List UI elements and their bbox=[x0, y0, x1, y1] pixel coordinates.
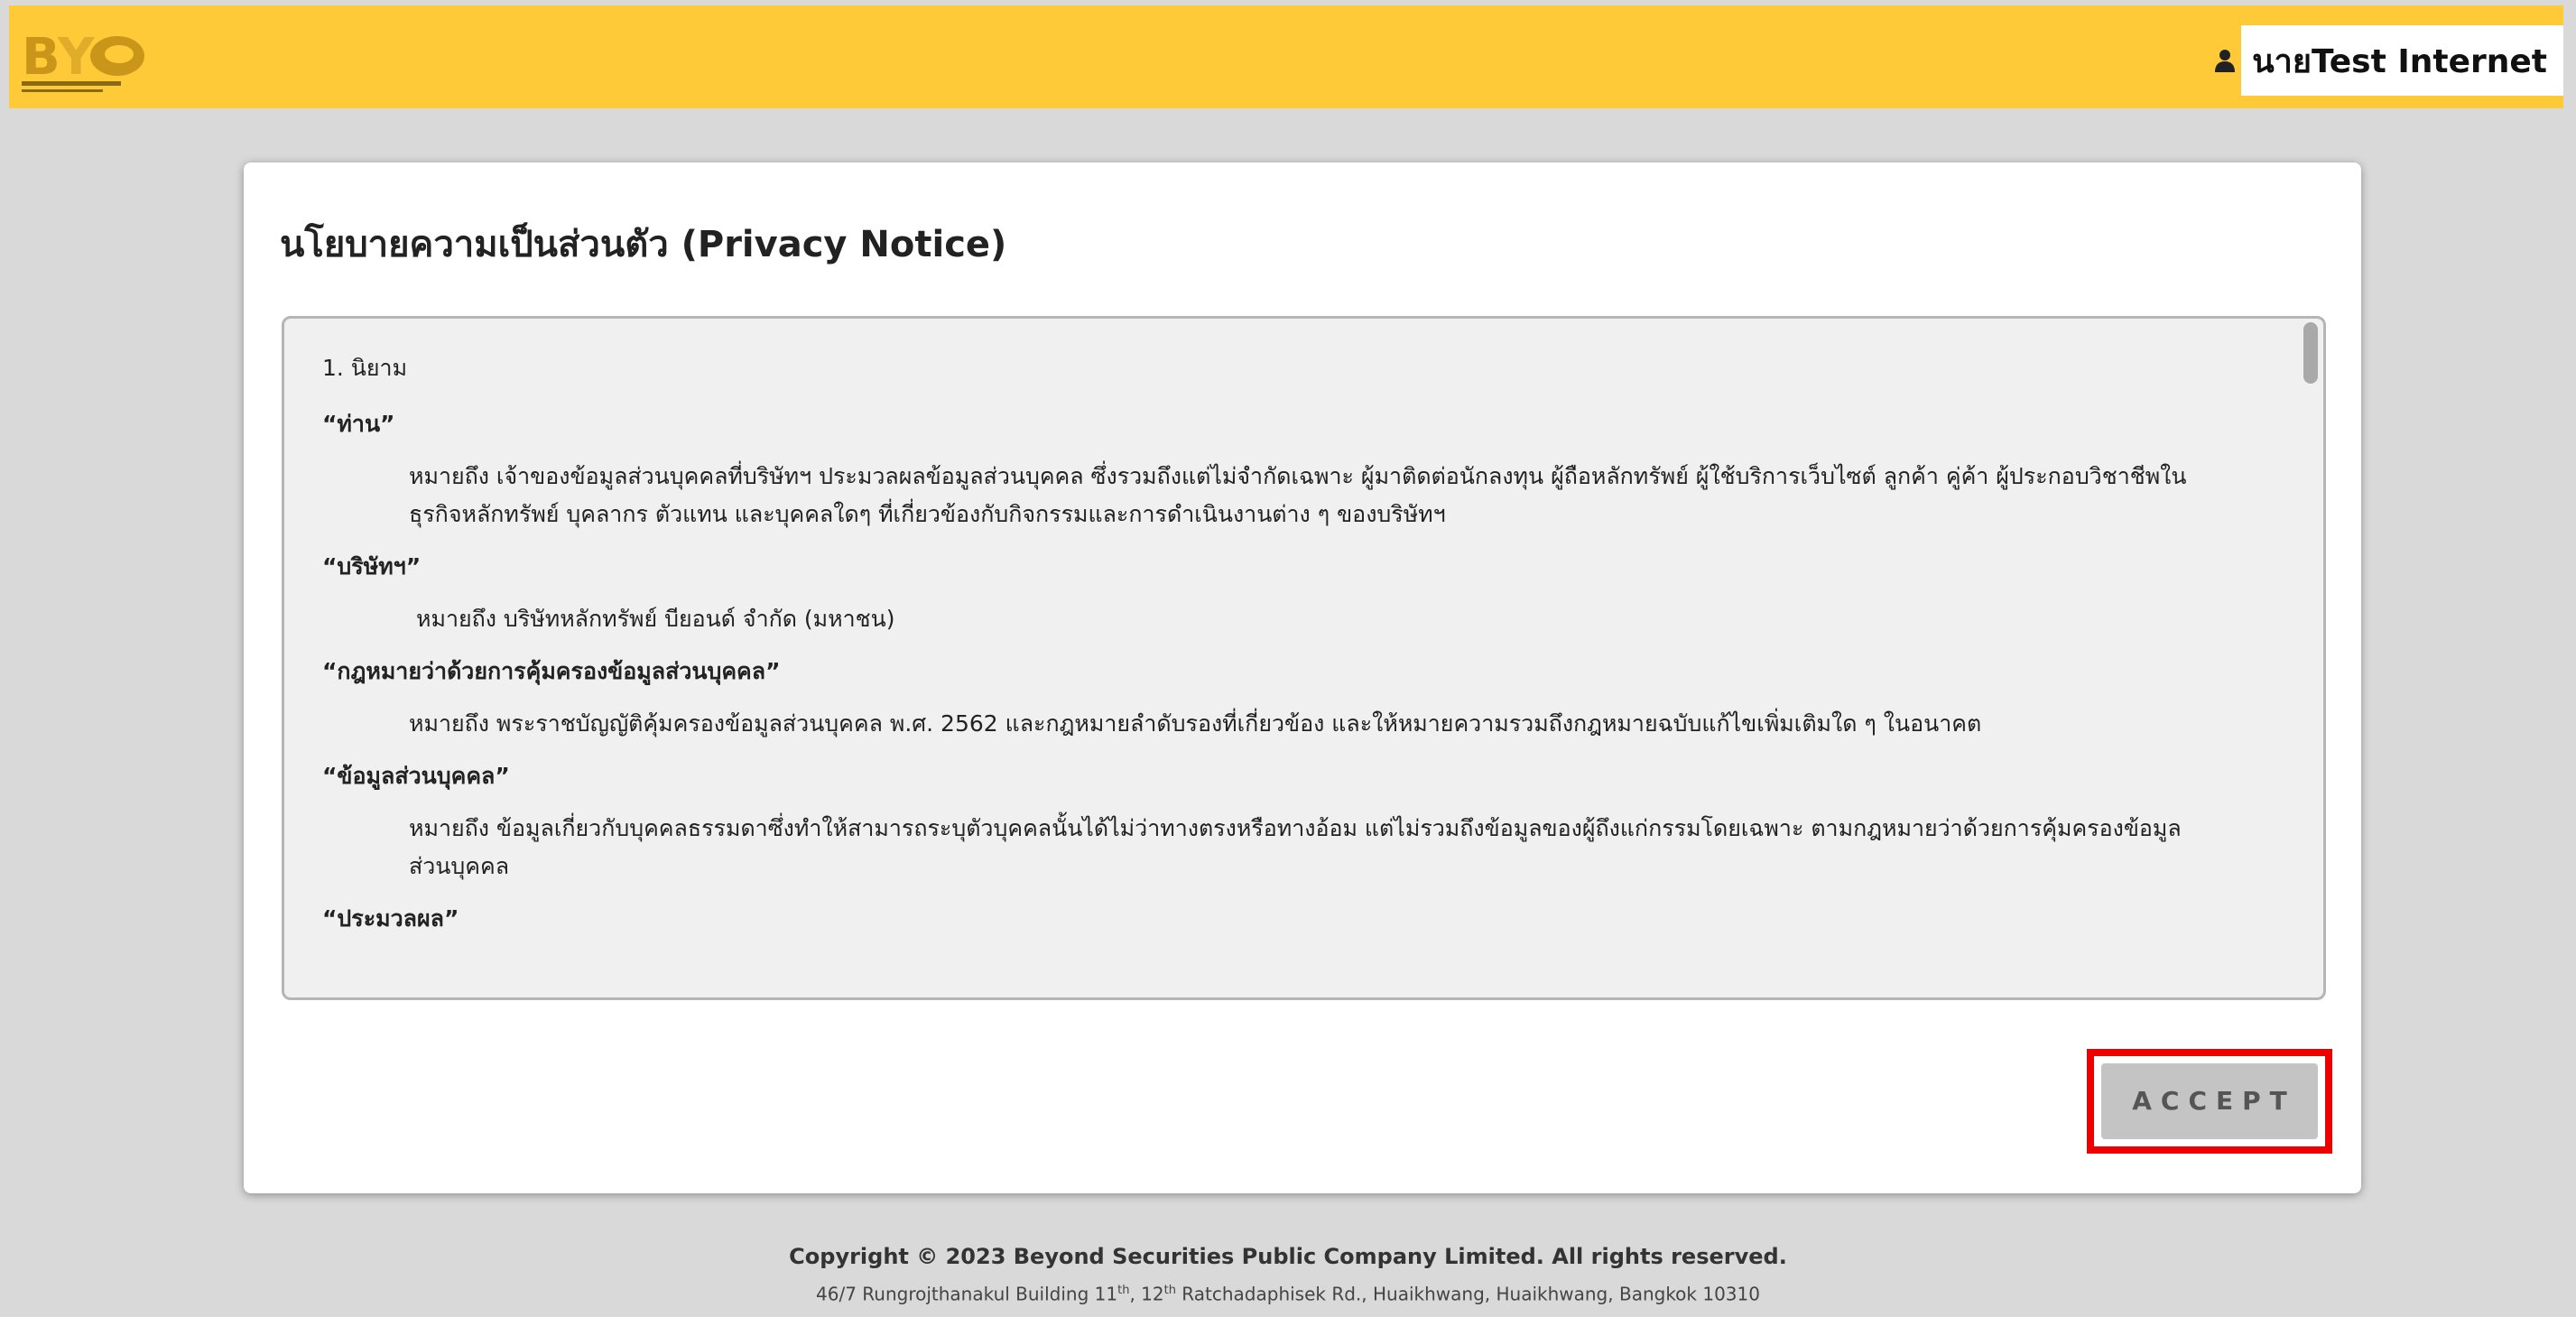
company-address: 46/7 Rungrojthanakul Building 11th, 12th… bbox=[0, 1275, 2576, 1311]
term-definition: หมายถึง พระราชบัญญัติคุ้มครองข้อมูลส่วนบ… bbox=[409, 710, 1982, 737]
address-part: 46/7 Rungrojthanakul Building 11 bbox=[816, 1283, 1118, 1305]
beyond-securities-logo[interactable]: B Y bbox=[18, 22, 153, 103]
copyright-text: Copyright © 2023 Beyond Securities Publi… bbox=[789, 1244, 1787, 1269]
privacy-policy-scroll-box[interactable]: 1. นิยาม “ท่าน” หมายถึง เจ้าของข้อมูลส่ว… bbox=[282, 316, 2326, 1000]
term-title: “กฎหมายว่าด้วยการคุ้มครองข้อมูลส่วนบุคคล… bbox=[322, 658, 781, 684]
term-definition: หมายถึง บริษัทหลักทรัพย์ บียอนด์ จำกัด (… bbox=[416, 606, 895, 632]
user-name[interactable]: นายTest Internet bbox=[2241, 25, 2563, 96]
address-part: , 12 bbox=[1129, 1283, 1164, 1305]
term-definition: หมายถึง ข้อมูลเกี่ยวกับบุคคลธรรมดาซึ่งทำ… bbox=[409, 815, 2182, 879]
term-title: “ท่าน” bbox=[322, 411, 395, 437]
scrollbar-track[interactable] bbox=[2303, 322, 2318, 994]
term-title: “บริษัทฯ” bbox=[322, 553, 422, 580]
term-title: “ประมวลผล” bbox=[322, 905, 459, 932]
address-part: Ratchadaphisek Rd., Huaikhwang, Huaikhwa… bbox=[1175, 1283, 1760, 1305]
privacy-notice-card: นโยบายความเป็นส่วนตัว (Privacy Notice) 1… bbox=[244, 162, 2361, 1193]
svg-text:B: B bbox=[22, 28, 60, 87]
address-superscript: th bbox=[1117, 1284, 1130, 1297]
term-definition: หมายถึง เจ้าของข้อมูลส่วนบุคคลที่บริษัทฯ… bbox=[409, 463, 2187, 527]
accept-button[interactable]: ACCEPT bbox=[2101, 1063, 2318, 1139]
term-title: “ข้อมูลส่วนบุคคล” bbox=[322, 763, 510, 789]
page-title: นโยบายความเป็นส่วนตัว (Privacy Notice) bbox=[280, 224, 1007, 265]
svg-text:Y: Y bbox=[57, 28, 96, 87]
user-account-area[interactable]: นายTest Internet bbox=[2214, 25, 2563, 96]
logo-icon: B Y bbox=[22, 28, 144, 92]
top-header-bar: B Y นายTest Internet bbox=[9, 5, 2563, 108]
section-heading: 1. นิยาม bbox=[322, 355, 408, 381]
scrollbar-thumb[interactable] bbox=[2303, 322, 2318, 384]
privacy-policy-content: 1. นิยาม “ท่าน” หมายถึง เจ้าของข้อมูลส่ว… bbox=[322, 355, 2263, 958]
address-superscript: th bbox=[1163, 1284, 1176, 1297]
page-footer: Copyright © 2023 Beyond Securities Publi… bbox=[0, 1238, 2576, 1311]
user-icon bbox=[2214, 48, 2236, 73]
